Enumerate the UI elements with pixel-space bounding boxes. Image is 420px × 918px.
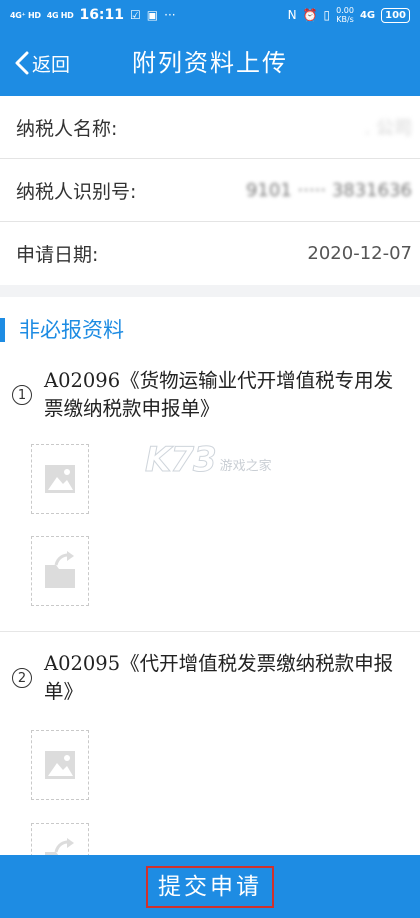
vibrate-icon: ▯ — [323, 8, 331, 22]
network-type: 4G — [359, 9, 376, 21]
submit-bar: 提交申请 — [0, 855, 420, 918]
check-box-icon: ☑ — [130, 8, 141, 22]
document-divider — [0, 631, 420, 632]
image-icon — [45, 751, 75, 779]
speed-unit: KB/s — [336, 15, 354, 24]
info-row-taxpayer-name: 纳税人名称: . 公司 — [0, 96, 420, 159]
section-accent-bar — [0, 318, 5, 342]
application-date-label: 申请日期: — [16, 244, 99, 266]
status-bar-left: 4G⁺ HD 4G HD 16:11 ☑ ▣ ··· — [10, 7, 176, 23]
speed-value: 0.00 — [336, 6, 354, 15]
submit-application-button[interactable]: 提交申请 — [146, 865, 274, 908]
chevron-left-icon — [15, 51, 29, 75]
back-button[interactable]: 返回 — [14, 30, 70, 96]
taxpayer-id-label: 纳税人识别号: — [16, 180, 137, 203]
nav-bar: 返回 附列资料上传 — [0, 30, 420, 96]
image-thumbnail-placeholder[interactable] — [31, 730, 89, 800]
info-row-application-date: 申请日期: 2020-12-07 — [0, 222, 420, 285]
more-dots-icon: ··· — [164, 8, 176, 22]
section-title: 非必报资料 — [19, 318, 124, 342]
taxpayer-id-value: 9101 ····· 3831636 — [245, 179, 412, 201]
document-title: A02096《货物运输业代开增值税专用发票缴纳税款申报单》 — [44, 369, 394, 420]
back-label: 返回 — [32, 53, 71, 76]
image-icon — [45, 465, 75, 493]
application-date-value: 2020-12-07 — [307, 243, 412, 264]
upload-file-button[interactable] — [31, 536, 89, 606]
status-bar: 4G⁺ HD 4G HD 16:11 ☑ ▣ ··· N ⏰ ▯ 0.00 KB… — [0, 0, 420, 30]
document-number: 1 — [12, 385, 32, 405]
optional-documents-section: 非必报资料 1 A02096《货物运输业代开增值税专用发票缴纳税款申报单》 2 … — [0, 297, 420, 855]
taxpayer-name-label: 纳税人名称: — [16, 117, 118, 140]
document-number: 2 — [12, 668, 32, 688]
info-row-taxpayer-id: 纳税人识别号: 9101 ····· 3831636 — [0, 159, 420, 222]
network-speed: 0.00 KB/s — [336, 6, 354, 24]
signal-1-icon: 4G⁺ HD — [10, 10, 41, 20]
battery-saver-icon: ▣ — [146, 8, 159, 22]
battery-icon: 100 — [381, 7, 410, 23]
section-header: 非必报资料 — [0, 315, 420, 345]
document-title: A02095《代开增值税发票缴纳税款申报单》 — [44, 652, 394, 703]
image-thumbnail-placeholder[interactable] — [31, 444, 89, 514]
status-bar-right: N ⏰ ▯ 0.00 KB/s 4G 100 — [288, 6, 410, 24]
folder-share-icon — [45, 838, 74, 855]
alarm-icon: ⏰ — [302, 8, 318, 22]
upload-file-button[interactable] — [31, 823, 89, 855]
taxpayer-name-value: . 公司 — [364, 118, 412, 139]
taxpayer-info-card: 纳税人名称: . 公司 纳税人识别号: 9101 ····· 3831636 申… — [0, 96, 420, 285]
nfc-icon: N — [287, 8, 297, 22]
signal-2-icon: 4G HD — [46, 10, 74, 20]
folder-share-icon — [45, 551, 75, 588]
status-time: 16:11 — [79, 7, 125, 23]
